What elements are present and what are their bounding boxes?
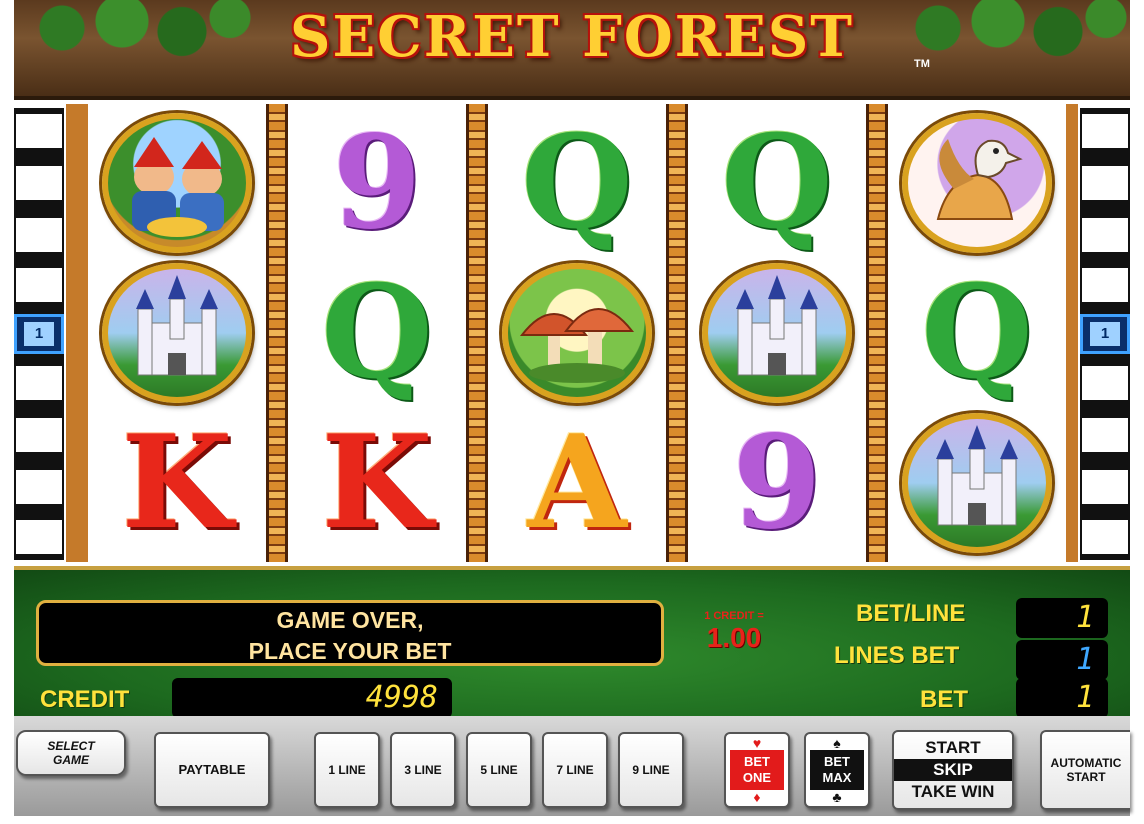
club-suit-icon: ♣ [832,788,842,805]
reel-2: 9 Q K [288,104,466,562]
dwarves-symbol [88,108,266,258]
symbol-q: Q [721,108,833,258]
spade-suit-icon: ♠ [833,735,841,752]
castle-symbol [688,258,866,408]
lines-bet-display: 1 [1016,640,1108,680]
button-panel: SELECT GAME PAYTABLE 1 LINE 3 LINE 5 LIN… [14,716,1130,816]
line-marker-1-left: 1 [14,314,64,354]
credit-rate-value: 1.00 [706,622,762,653]
reel-4: Q 9 [688,104,866,562]
select-9-line-button[interactable]: 9 LINE [618,732,684,808]
status-message-line-1: GAME OVER, [276,607,424,633]
symbol-9: 9 [732,408,822,558]
game-logo: SECRET FOREST [290,4,854,70]
lines-bet-label: LINES BET [834,642,960,669]
bet-label: BET [920,686,968,713]
trademark-mark: TM [914,58,930,70]
credit-display: 4998 [172,678,452,718]
heart-suit-icon: ♥ [752,735,762,752]
symbol-9: 9 [332,108,422,258]
symbol-a: A [527,408,627,558]
symbol-q: Q [921,258,1033,408]
mushroom-symbol [488,258,666,408]
skip-label: SKIP [894,759,1012,781]
reel-divider [666,104,688,562]
castle-symbol [888,408,1066,558]
symbol-k: K [321,408,433,558]
bet-per-line-display: 1 [1016,598,1108,638]
start-skip-takewin-button[interactable]: START SKIP TAKE WIN [892,730,1014,810]
start-label: START [925,738,981,757]
credit-rate-label: 1 CREDIT = [704,610,764,622]
bet-per-line-label: BET/LINE [856,600,966,627]
credit-label: CREDIT [40,686,130,713]
reel-1: K [88,104,266,562]
bet-max-button[interactable]: ♠ BET MAX ♣ [804,732,870,808]
select-5-line-button[interactable]: 5 LINE [466,732,532,808]
game-console: GAME OVER, PLACE YOUR BET 1 CREDIT = 1.0… [14,566,1130,718]
automatic-start-button[interactable]: AUTOMATIC START [1040,730,1130,810]
game-header: SECRET FOREST TM [14,0,1130,100]
bet-one-button[interactable]: ♥ BET ONE ♦ [724,732,790,808]
reel-divider [866,104,888,562]
symbol-q: Q [521,108,633,258]
select-game-button[interactable]: SELECT GAME [16,730,126,776]
select-1-line-button[interactable]: 1 LINE [314,732,380,808]
reel-5: Q [888,104,1066,562]
symbol-k: K [121,408,233,558]
select-7-line-button[interactable]: 7 LINE [542,732,608,808]
status-message-box: GAME OVER, PLACE YOUR BET [36,600,664,666]
take-win-label: TAKE WIN [911,782,995,801]
diamond-suit-icon: ♦ [753,788,761,805]
reel-divider [466,104,488,562]
status-message-line-2: PLACE YOUR BET [248,638,452,664]
griffin-symbol [888,108,1066,258]
select-3-line-button[interactable]: 3 LINE [390,732,456,808]
right-line-indicator: 1 [1080,108,1130,560]
bet-display: 1 [1016,678,1108,718]
symbol-q: Q [321,258,433,408]
reel-area: K 9 Q K Q A Q 9 Q [66,104,1078,562]
castle-symbol [88,258,266,408]
left-line-indicator: 1 [14,108,64,560]
credit-denomination: 1 CREDIT = 1.00 [694,610,774,654]
reel-divider [266,104,288,562]
line-marker-1-right: 1 [1080,314,1130,354]
reel-3: Q A [488,104,666,562]
paytable-button[interactable]: PAYTABLE [154,732,270,808]
